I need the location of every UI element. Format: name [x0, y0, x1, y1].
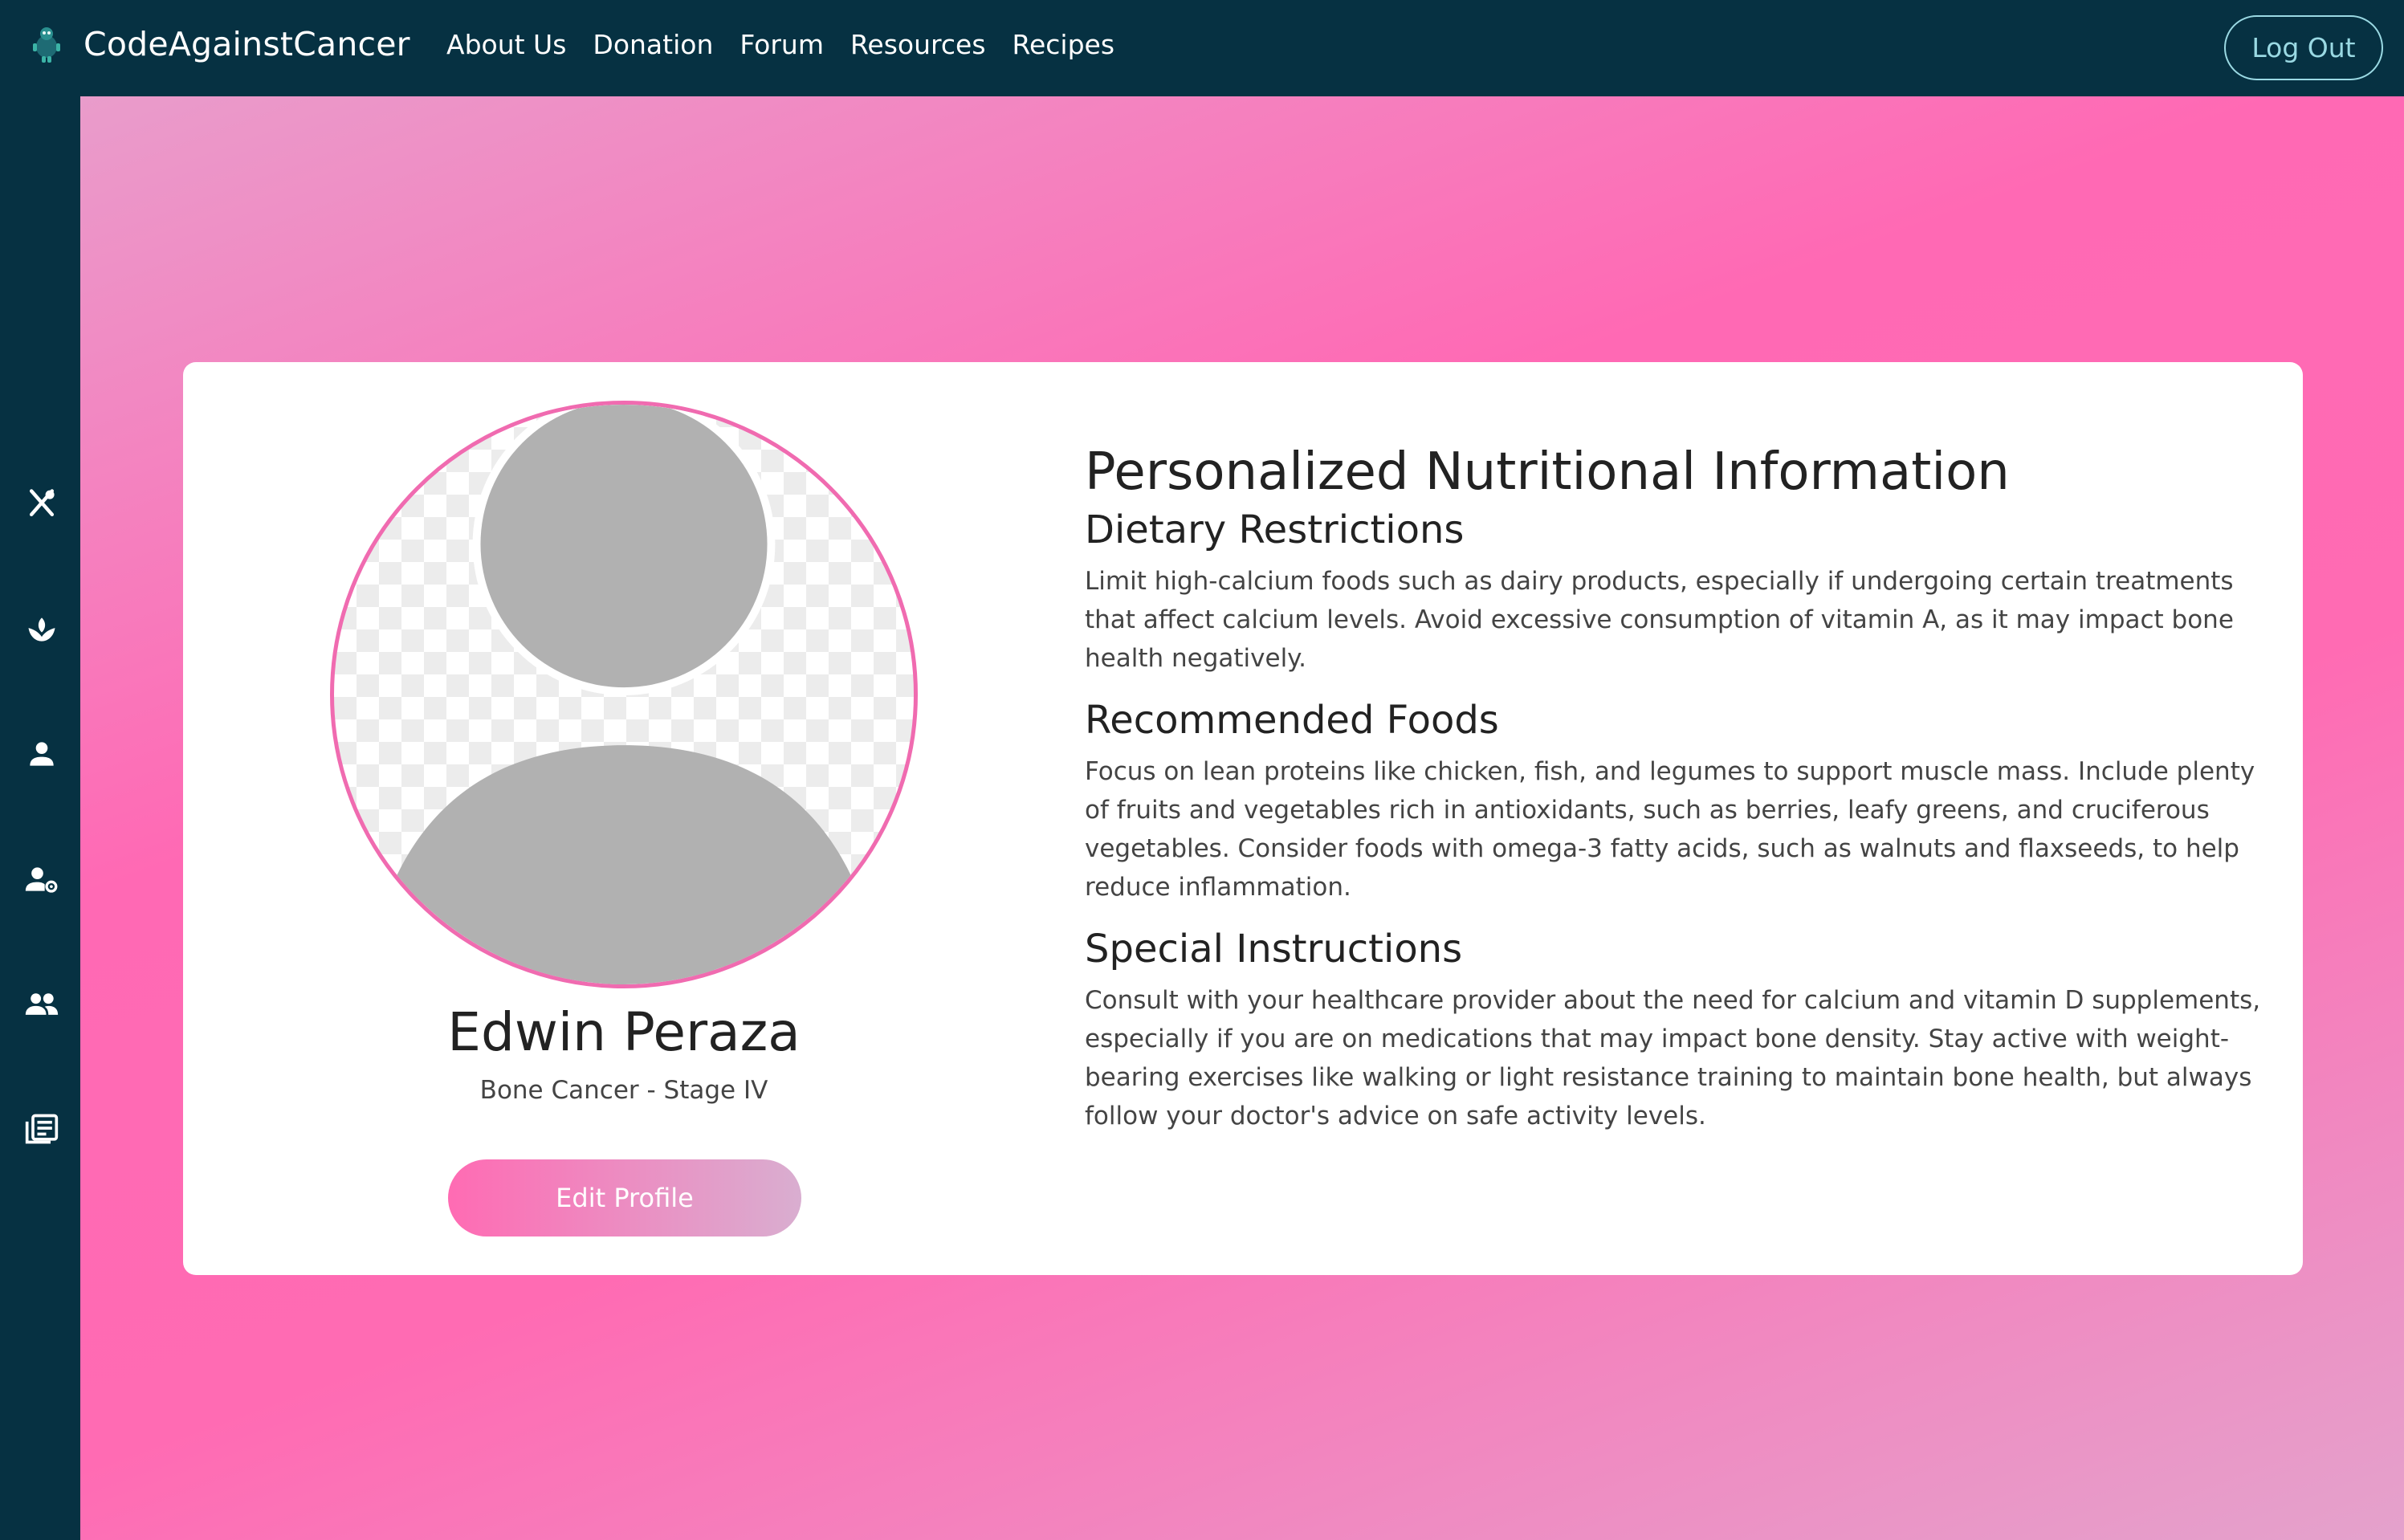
- user-icon[interactable]: [24, 736, 59, 772]
- user-settings-icon[interactable]: [24, 862, 59, 897]
- group-icon[interactable]: [24, 987, 59, 1022]
- utensils-icon[interactable]: [24, 487, 59, 522]
- brand-name: CodeAgainstCancer: [84, 25, 410, 63]
- nav-link-donation[interactable]: Donation: [593, 29, 713, 60]
- lotus-icon[interactable]: [24, 612, 59, 647]
- robot-logo-icon: [33, 27, 60, 63]
- user-diagnosis: Bone Cancer - Stage IV: [479, 1076, 768, 1105]
- nav-link-about-us[interactable]: About Us: [446, 29, 566, 60]
- special-instructions-heading: Special Instructions: [1085, 927, 1463, 972]
- sidebar: [0, 96, 80, 1540]
- default-avatar-icon: [365, 405, 882, 984]
- dietary-restrictions-text: Limit high-calcium foods such as dairy p…: [1085, 567, 2234, 673]
- nav-link-resources[interactable]: Resources: [850, 29, 986, 60]
- page-title: Personalized Nutritional Information: [1085, 442, 2010, 502]
- special-instructions-text: Consult with your healthcare provider ab…: [1085, 986, 2261, 1131]
- main-nav: About Us Donation Forum Resources Recipe…: [446, 29, 1141, 60]
- edit-profile-button[interactable]: Edit Profile: [448, 1159, 801, 1236]
- avatar: [330, 401, 918, 988]
- recommended-foods-heading: Recommended Foods: [1085, 698, 1499, 743]
- user-name: Edwin Peraza: [447, 1001, 801, 1063]
- nav-link-forum[interactable]: Forum: [740, 29, 824, 60]
- brand[interactable]: CodeAgainstCancer: [29, 22, 410, 66]
- nutrition-info: Personalized Nutritional Information Die…: [1085, 439, 2273, 1135]
- recommended-foods-text: Focus on lean proteins like chicken, fis…: [1085, 757, 2255, 902]
- dietary-restrictions-heading: Dietary Restrictions: [1085, 507, 1465, 552]
- nav-link-recipes[interactable]: Recipes: [1013, 29, 1115, 60]
- profile-card: Edwin Peraza Bone Cancer - Stage IV Edit…: [183, 362, 2303, 1275]
- top-navbar: CodeAgainstCancer About Us Donation Foru…: [0, 0, 2404, 96]
- newspaper-icon[interactable]: [24, 1111, 59, 1147]
- logout-button[interactable]: Log Out: [2224, 15, 2383, 80]
